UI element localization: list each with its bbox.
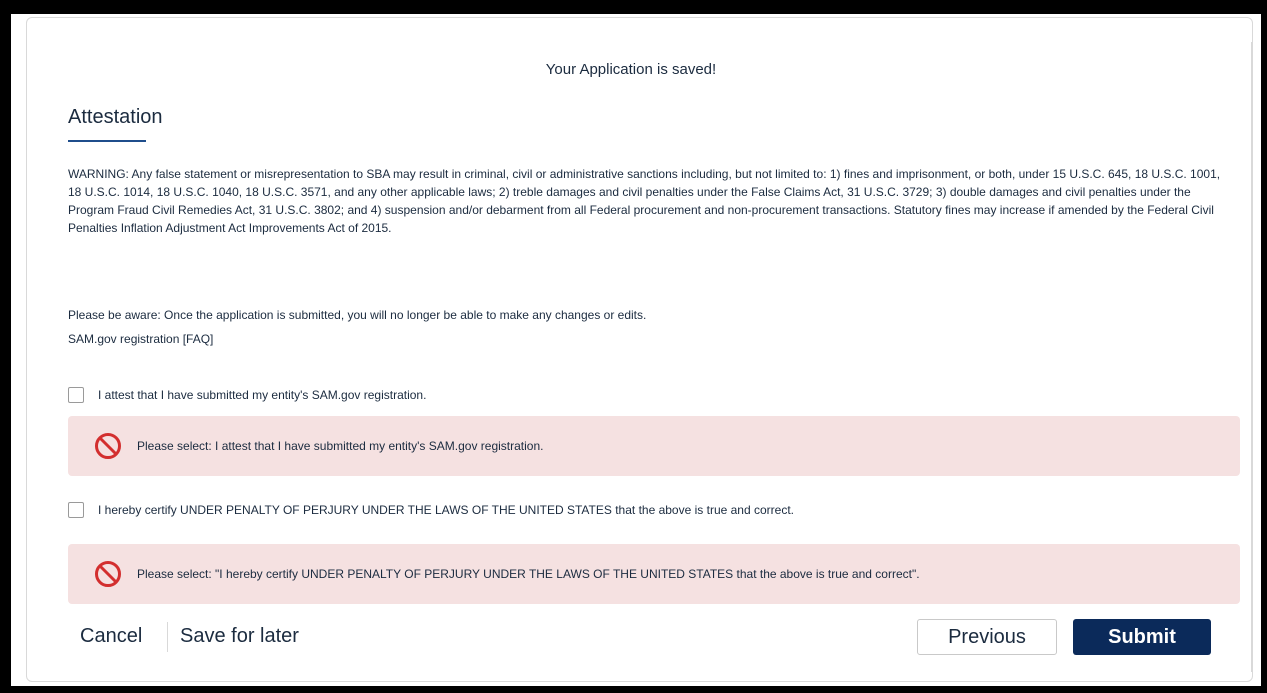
warning-text: WARNING: Any false statement or misrepre… xyxy=(68,167,1221,235)
perjury-certify-checkbox[interactable] xyxy=(68,502,84,518)
save-for-later-button[interactable]: Save for later xyxy=(180,625,299,648)
error-message-sam: Please select: I attest that I have subm… xyxy=(137,439,544,453)
sam-registration-checkbox[interactable] xyxy=(68,387,84,403)
footer-divider xyxy=(167,622,168,652)
submission-notice: Please be aware: Once the application is… xyxy=(68,308,647,322)
prohibited-icon xyxy=(95,561,121,587)
perjury-certify-label: I hereby certify UNDER PENALTY OF PERJUR… xyxy=(98,503,794,517)
page-frame: Your Application is saved! Attestation W… xyxy=(11,14,1261,686)
sam-registration-label: I attest that I have submitted my entity… xyxy=(98,388,427,402)
section-title: Attestation xyxy=(68,106,163,128)
saved-status-message: Your Application is saved! xyxy=(545,61,717,78)
attestation-row-perjury: I hereby certify UNDER PENALTY OF PERJUR… xyxy=(68,502,794,518)
submit-button[interactable]: Submit xyxy=(1073,619,1211,655)
previous-button[interactable]: Previous xyxy=(917,619,1057,655)
section-title-underline xyxy=(68,140,146,142)
error-alert-sam: Please select: I attest that I have subm… xyxy=(68,416,1240,476)
attestation-row-sam: I attest that I have submitted my entity… xyxy=(68,387,426,403)
sam-registration-faq-link[interactable]: SAM.gov registration [FAQ] xyxy=(68,332,213,346)
error-alert-perjury: Please select: "I hereby certify UNDER P… xyxy=(68,544,1240,604)
error-message-perjury: Please select: "I hereby certify UNDER P… xyxy=(137,567,920,581)
prohibited-icon xyxy=(95,433,121,459)
scrollbar-track[interactable] xyxy=(1251,42,1252,672)
cancel-button[interactable]: Cancel xyxy=(80,625,142,648)
